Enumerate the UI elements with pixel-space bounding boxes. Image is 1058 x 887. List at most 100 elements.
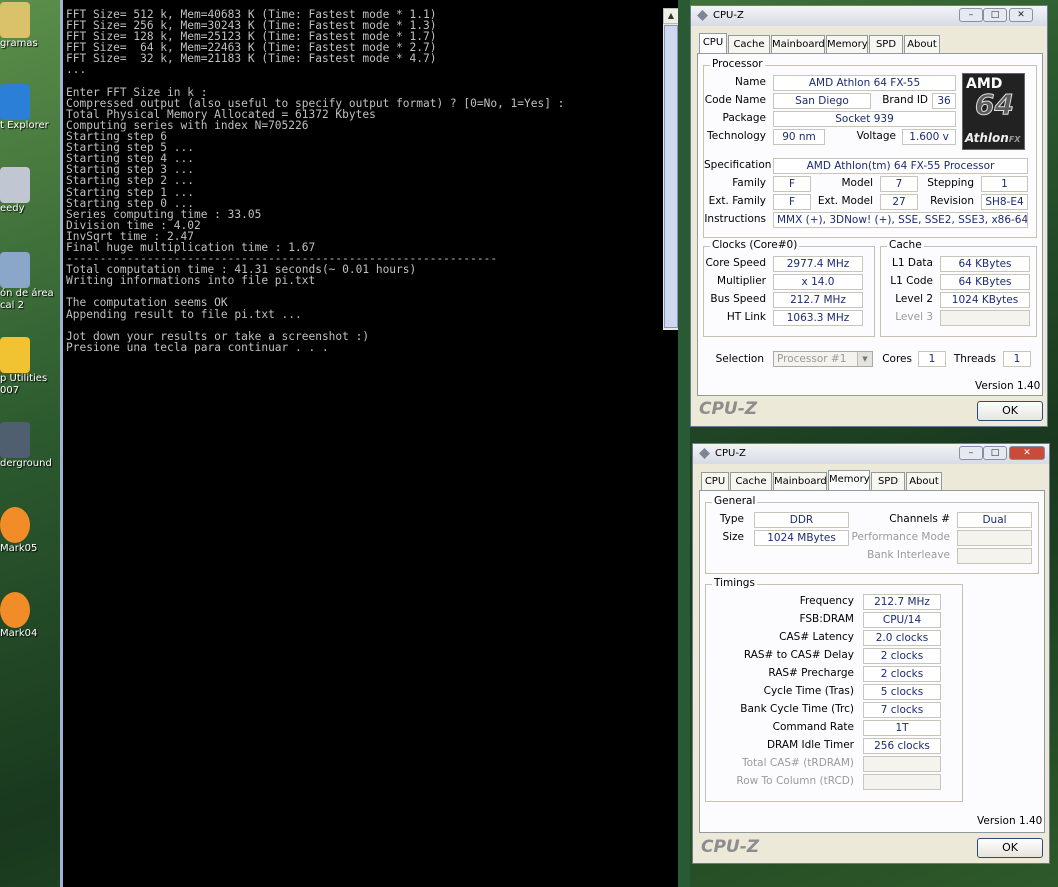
desktop-icon-label: Mark04 xyxy=(0,628,38,639)
level3-label: Level 3 xyxy=(895,311,933,323)
ok-button[interactable]: OK xyxy=(977,838,1043,858)
cache-group-label: Cache xyxy=(887,239,924,251)
processor-group-label: Processor xyxy=(710,58,765,70)
tab-cache[interactable]: Cache xyxy=(728,35,770,53)
window-title-bar[interactable]: CPU-Z – □ ✕ xyxy=(693,444,1049,464)
technology-field: 90 nm xyxy=(773,129,825,145)
codename-label: Code Name xyxy=(704,94,766,106)
maximize-button[interactable]: □ xyxy=(983,8,1007,22)
bank-interleave-label: Bank Interleave xyxy=(867,549,950,561)
timing-value: 2 clocks xyxy=(863,648,941,664)
tab-about[interactable]: About xyxy=(904,35,940,53)
revision-label: Revision xyxy=(930,195,974,207)
timing-label: Cycle Time (Tras) xyxy=(763,685,854,697)
timing-value: 7 clocks xyxy=(863,702,941,718)
minimize-button[interactable]: – xyxy=(959,8,983,22)
timing-label: Command Rate xyxy=(772,721,854,733)
desktop-icon-label: gramas xyxy=(0,38,38,49)
version-label: Version 1.40 xyxy=(975,380,1041,392)
l1-data-label: L1 Data xyxy=(892,257,933,269)
channels-label: Channels # xyxy=(889,513,950,525)
amd-athlon-fx-logo: AMD 64 AthlonFX xyxy=(962,73,1025,150)
stepping-field: 1 xyxy=(981,176,1028,192)
ok-button[interactable]: OK xyxy=(977,401,1043,421)
voltage-field: 1.600 v xyxy=(902,129,956,145)
desktop-icon[interactable]: gramas xyxy=(0,0,60,50)
model-field: 7 xyxy=(880,176,918,192)
tab-memory[interactable]: Memory xyxy=(826,35,868,53)
maximize-button[interactable]: □ xyxy=(983,446,1007,460)
performance-mode-label: Performance Mode xyxy=(851,531,950,543)
l1-code-field: 64 KBytes xyxy=(940,274,1030,290)
l1-data-field: 64 KBytes xyxy=(940,256,1030,272)
timing-label: Bank Cycle Time (Trc) xyxy=(740,703,854,715)
cores-field: 1 xyxy=(918,351,946,367)
bus-speed-field: 212.7 MHz xyxy=(773,292,863,308)
scroll-thumb[interactable] xyxy=(664,25,678,328)
revision-field: SH8-E4 xyxy=(981,194,1028,210)
instructions-label: Instructions xyxy=(704,213,766,225)
cpu-tab-panel: Processor Name AMD Athlon 64 FX-55 Code … xyxy=(697,53,1043,396)
console-output: FFT Size= 512 k, Mem=40683 K (Time: Fast… xyxy=(66,8,565,354)
cpuz-window-memory: CPU-Z – □ ✕ CPU Cache Mainboard Memory SPD Ab… xyxy=(692,443,1050,864)
timing-label: RAS# Precharge xyxy=(768,667,854,679)
selection-label: Selection xyxy=(715,353,764,365)
close-button[interactable]: ✕ xyxy=(1009,8,1033,22)
desktop-icon[interactable]: eedy xyxy=(0,165,60,215)
app-icon xyxy=(0,422,30,458)
specification-label: Specification xyxy=(704,159,772,171)
level2-field: 1024 KBytes xyxy=(940,292,1030,308)
app-icon xyxy=(0,167,30,203)
tab-about[interactable]: About xyxy=(906,472,942,490)
tab-cpu[interactable]: CPU xyxy=(701,472,729,490)
tab-mainboard[interactable]: Mainboard xyxy=(773,472,827,490)
timings-group-label: Timings xyxy=(712,577,757,589)
type-label: Type xyxy=(719,513,744,525)
threads-field: 1 xyxy=(1003,351,1031,367)
processor-select[interactable]: Processor #1 ▼ xyxy=(773,351,873,367)
minimize-button[interactable]: – xyxy=(959,446,983,460)
tab-memory[interactable]: Memory xyxy=(828,470,870,490)
ht-link-label: HT Link xyxy=(726,311,766,323)
memory-tab-panel: General Type DDR Size 1024 MBytes Channe… xyxy=(699,490,1045,833)
console-scrollbar[interactable]: ▲ xyxy=(663,8,679,330)
channels-field: Dual xyxy=(957,512,1032,528)
tab-spd[interactable]: SPD xyxy=(869,35,903,53)
desktop-icon[interactable]: p Utilities 007 xyxy=(0,335,60,397)
ht-link-field: 1063.3 MHz xyxy=(773,310,863,326)
app-icon xyxy=(0,592,30,628)
desktop-icon[interactable]: derground xyxy=(0,420,60,470)
window-title: CPU-Z xyxy=(713,10,744,21)
chevron-down-icon: ▼ xyxy=(857,352,872,366)
desktop-icon-label: ón de área cal 2 xyxy=(0,288,54,311)
timing-value: CPU/14 xyxy=(863,612,941,628)
size-field: 1024 MBytes xyxy=(754,530,849,546)
desktop-icon[interactable]: Mark05 xyxy=(0,505,60,555)
core-speed-field: 2977.4 MHz xyxy=(773,256,863,272)
window-title-bar[interactable]: CPU-Z – □ ✕ xyxy=(691,6,1047,26)
tab-mainboard[interactable]: Mainboard xyxy=(771,35,825,53)
timing-value: 2.0 clocks xyxy=(863,630,941,646)
family-field: F xyxy=(773,176,811,192)
clocks-group-label: Clocks (Core#0) xyxy=(710,239,800,251)
scroll-up-icon[interactable]: ▲ xyxy=(663,8,679,24)
cpuz-brand: CPU-Z xyxy=(699,399,758,419)
timing-label: CAS# Latency xyxy=(779,631,854,643)
desktop-icon[interactable]: ón de área cal 2 xyxy=(0,250,60,312)
timing-label: Row To Column (tRCD) xyxy=(736,775,854,787)
console-window[interactable]: FFT Size= 512 k, Mem=40683 K (Time: Fast… xyxy=(60,0,681,887)
desktop-icon-label: Mark05 xyxy=(0,543,38,554)
app-icon xyxy=(0,252,30,288)
close-button[interactable]: ✕ xyxy=(1009,446,1045,460)
type-field: DDR xyxy=(754,512,849,528)
cpuz-brand: CPU-Z xyxy=(701,837,760,857)
app-icon xyxy=(0,84,30,120)
instructions-field: MMX (+), 3DNow! (+), SSE, SSE2, SSE3, x8… xyxy=(773,212,1028,228)
cores-label: Cores xyxy=(882,353,912,365)
tab-spd[interactable]: SPD xyxy=(871,472,905,490)
tab-cache[interactable]: Cache xyxy=(730,472,772,490)
desktop-icon[interactable]: t Explorer xyxy=(0,82,60,132)
desktop-icon[interactable]: Mark04 xyxy=(0,590,60,640)
package-field: Socket 939 xyxy=(773,111,956,127)
tab-cpu[interactable]: CPU xyxy=(699,33,727,53)
